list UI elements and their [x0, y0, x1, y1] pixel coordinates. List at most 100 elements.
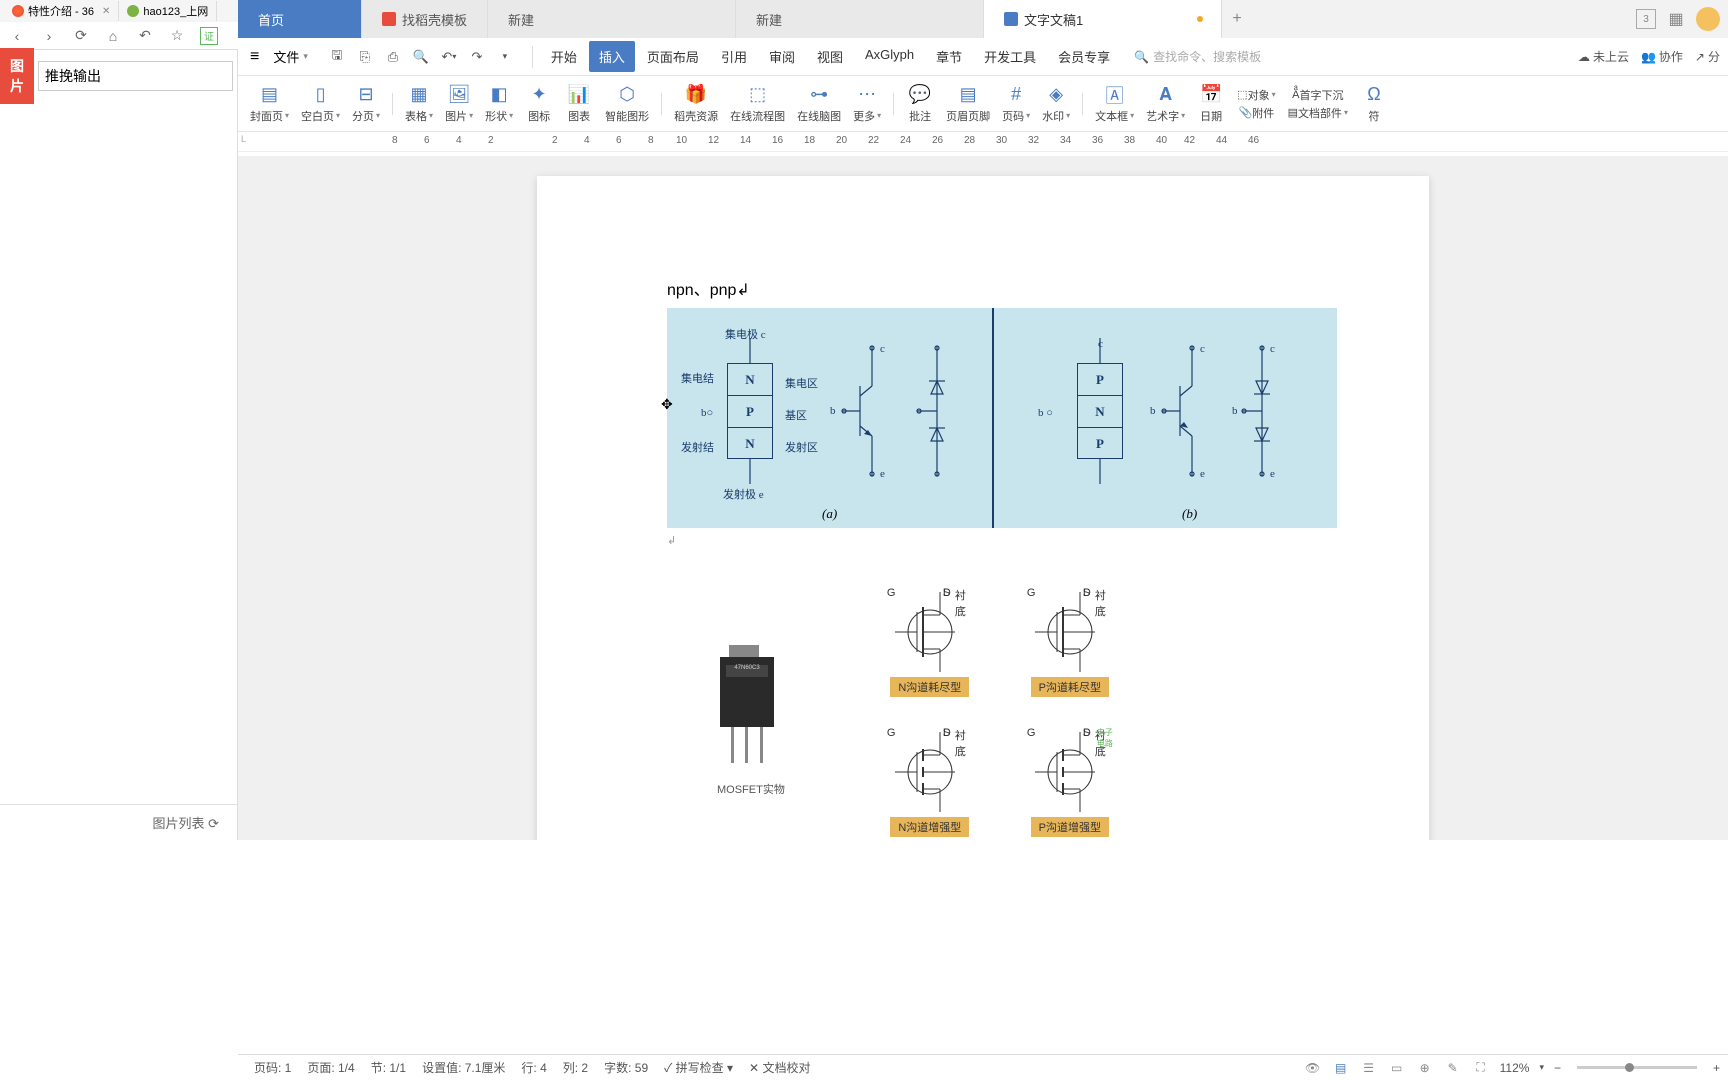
ribbon-chapter[interactable]: 章节	[926, 41, 972, 72]
undo-button[interactable]: ↶▾	[440, 48, 458, 66]
new-tab-button[interactable]: +	[1222, 0, 1252, 38]
npn-structure: N P N	[727, 363, 773, 459]
ribbon-review[interactable]: 审阅	[759, 41, 805, 72]
tab-home[interactable]: 首页	[238, 0, 362, 38]
web-layout-icon[interactable]: ⊕	[1416, 1059, 1434, 1077]
page-number-button[interactable]: #页码▾	[996, 79, 1036, 129]
page-break-button[interactable]: ⊟分页▾	[346, 79, 386, 129]
outline-icon[interactable]: ☰	[1360, 1059, 1378, 1077]
image-search-input[interactable]	[38, 61, 233, 91]
status-words[interactable]: 字数: 59	[596, 1059, 656, 1076]
redo-button[interactable]: ↷	[468, 48, 486, 66]
collab-button[interactable]: 👥 协作	[1641, 48, 1683, 65]
star-icon[interactable]: ☆	[168, 27, 186, 45]
header-footer-button[interactable]: ▤页眉页脚	[940, 79, 996, 129]
firstchar-button[interactable]: Aͣ 首字下沉▤ 文档部件▾	[1282, 79, 1354, 129]
table-button[interactable]: ▦表格▾	[399, 79, 439, 129]
undo-icon[interactable]: ↶	[136, 27, 154, 45]
ribbon-dev[interactable]: 开发工具	[974, 41, 1046, 72]
qat-dropdown[interactable]: ▾	[496, 48, 514, 66]
flowchart-button[interactable]: ⬚在线流程图	[724, 79, 791, 129]
tab-templates[interactable]: 找稻壳模板	[362, 0, 488, 38]
save-icon[interactable]: 🖫	[328, 48, 346, 66]
spell-check-button[interactable]: ✓ 拼写检查 ▾	[656, 1059, 741, 1076]
home-icon[interactable]: ⌂	[104, 27, 122, 45]
horizontal-ruler[interactable]: L 86422468101214161820222426283032343638…	[238, 132, 1728, 152]
doc-check-button[interactable]: ✕ 文档校对	[741, 1059, 818, 1076]
more-button[interactable]: ⋯更多▾	[847, 79, 887, 129]
smartart-button[interactable]: ⬡智能图形	[599, 79, 655, 129]
tab-new-1[interactable]: 新建	[488, 0, 736, 38]
image-list-toggle[interactable]: 图片列表 ⟳	[0, 804, 237, 840]
picture-button[interactable]: 🖼图片▾	[439, 79, 479, 129]
print-layout-icon[interactable]: ▤	[1332, 1059, 1350, 1077]
save-as-icon[interactable]: ⎘	[356, 48, 374, 66]
zoom-level[interactable]: 112%	[1500, 1061, 1530, 1075]
symbol-button[interactable]: Ω符	[1354, 79, 1394, 129]
refresh-icon[interactable]: ⟳	[72, 27, 90, 45]
ribbon-view[interactable]: 视图	[807, 41, 853, 72]
resource-button[interactable]: 🎁稻壳资源	[668, 79, 724, 129]
zoom-fit-icon[interactable]: ⛶	[1472, 1059, 1490, 1077]
back-icon[interactable]: ‹	[8, 27, 26, 45]
chart-button[interactable]: 📊图表	[559, 79, 599, 129]
tab-doc-1[interactable]: 文字文稿1	[984, 0, 1222, 38]
browser-tab-2[interactable]: hao123_上网	[119, 1, 217, 21]
doc-tab-strip: 首页 找稻壳模板 新建 新建 文字文稿1 + 3 ▦	[238, 0, 1728, 38]
focus-mode-icon[interactable]: 👁	[1304, 1059, 1322, 1077]
zoom-thumb[interactable]	[1625, 1063, 1634, 1072]
print-icon[interactable]: ⎙	[384, 48, 402, 66]
apps-grid-icon[interactable]: ▦	[1666, 9, 1686, 29]
comment-button[interactable]: 💬批注	[900, 79, 940, 129]
ribbon-ref[interactable]: 引用	[711, 41, 757, 72]
wordart-button[interactable]: 𝐀艺术字▾	[1140, 79, 1191, 129]
tab-new-2[interactable]: 新建	[736, 0, 984, 38]
status-row[interactable]: 行: 4	[513, 1059, 554, 1076]
window-count-badge[interactable]: 3	[1636, 9, 1656, 29]
share-button[interactable]: ↗ 分	[1695, 48, 1720, 65]
cloud-sync-button[interactable]: ☁ 未上云	[1578, 48, 1629, 65]
flowchart-icon: ⬚	[747, 84, 769, 106]
tab-new-1-label: 新建	[508, 10, 534, 29]
forward-icon[interactable]: ›	[40, 27, 58, 45]
zoom-in-button[interactable]: +	[1713, 1061, 1720, 1075]
transistor-diagram[interactable]: ✥ 集电极 c 集电结 N P N 集电区 基区 发射区 发射结 b	[667, 308, 1337, 528]
browser-tab-1[interactable]: 特性介绍 - 36✕	[4, 1, 119, 21]
file-menu[interactable]: 文件▾	[265, 43, 316, 70]
zoom-slider[interactable]	[1577, 1066, 1697, 1069]
status-section[interactable]: 节: 1/1	[363, 1059, 414, 1076]
textbox-button[interactable]: 🄰文本框▾	[1089, 79, 1140, 129]
blank-page-button[interactable]: ▯空白页▾	[295, 79, 346, 129]
mosfet-n-enhancement: DGS衬底 N沟道增强型	[865, 727, 995, 837]
date-button[interactable]: 📅日期	[1191, 79, 1231, 129]
mosfet-diagram[interactable]: 47N60C3 MOSFET实物 DGS衬底 N沟道耗尽型 DGS衬底 P沟道耗…	[667, 587, 1299, 837]
shape-button[interactable]: ◧形状▾	[479, 79, 519, 129]
hamburger-icon[interactable]: ≡	[246, 48, 263, 66]
cover-page-button[interactable]: ▤封面页▾	[244, 79, 295, 129]
object-button[interactable]: ⬚ 对象▾📎 附件	[1231, 79, 1281, 129]
textbox-icon: 🄰	[1104, 84, 1126, 106]
ribbon-axglyph[interactable]: AxGlyph	[855, 41, 924, 72]
ribbon-layout[interactable]: 页面布局	[637, 41, 709, 72]
cert-icon[interactable]: 证	[200, 27, 218, 45]
user-avatar[interactable]	[1696, 7, 1720, 31]
status-setting[interactable]: 设置值: 7.1厘米	[414, 1059, 513, 1076]
ribbon-start[interactable]: 开始	[541, 41, 587, 72]
status-pages[interactable]: 页面: 1/4	[299, 1059, 362, 1076]
status-col[interactable]: 列: 2	[555, 1059, 596, 1076]
status-page[interactable]: 页码: 1	[246, 1059, 299, 1076]
command-search[interactable]: 🔍 查找命令、搜索模板	[1122, 48, 1576, 65]
close-icon[interactable]: ✕	[102, 6, 110, 17]
icon-button[interactable]: ✦图标	[519, 79, 559, 129]
ribbon-insert[interactable]: 插入	[589, 41, 635, 72]
doc-heading[interactable]: npn、pnp↲	[667, 276, 1299, 300]
read-mode-icon[interactable]: ▭	[1388, 1059, 1406, 1077]
collab-label: 协作	[1659, 48, 1683, 65]
draft-icon[interactable]: ✎	[1444, 1059, 1462, 1077]
zoom-out-button[interactable]: −	[1554, 1061, 1561, 1075]
preview-icon[interactable]: 🔍	[412, 48, 430, 66]
mindmap-button[interactable]: ⊶在线脑图	[791, 79, 847, 129]
watermark-button[interactable]: ◈水印▾	[1036, 79, 1076, 129]
ribbon-member[interactable]: 会员专享	[1048, 41, 1120, 72]
document-canvas[interactable]: npn、pnp↲ ✥ 集电极 c 集电结 N P N 集电区 基区 发射区	[238, 156, 1728, 840]
